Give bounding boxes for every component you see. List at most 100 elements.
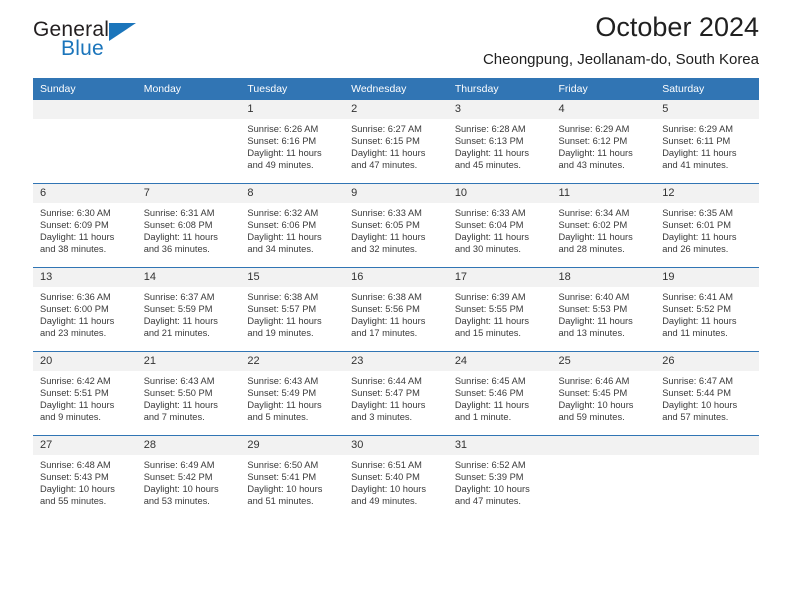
- logo-triangle-icon: [109, 23, 136, 41]
- daylight-text-line2: and 53 minutes.: [143, 496, 210, 507]
- day-cell: 28 Sunrise: 6:49 AM Sunset: 5:42 PM Dayl…: [136, 435, 241, 519]
- day-details: Sunrise: 6:38 AM Sunset: 5:56 PM Dayligh…: [344, 287, 448, 339]
- general-blue-logo: General Blue: [33, 18, 273, 70]
- day-number: 18: [551, 268, 656, 287]
- daylight-text-line1: Daylight: 11 hours: [40, 232, 115, 243]
- sunrise-sunset-calendar: Sunday Monday Tuesday Wednesday Thursday…: [33, 78, 759, 519]
- daylight-text-line2: and 38 minutes.: [40, 244, 107, 255]
- daylight-text-line1: Daylight: 11 hours: [247, 400, 322, 411]
- day-number: 5: [655, 100, 759, 119]
- daylight-text-line2: and 36 minutes.: [143, 244, 210, 255]
- day-number: 1: [240, 100, 345, 119]
- daylight-text-line2: and 43 minutes.: [558, 160, 625, 171]
- sunrise-text: Sunrise: 6:39 AM: [454, 292, 526, 302]
- day-details: Sunrise: 6:43 AM Sunset: 5:49 PM Dayligh…: [240, 371, 344, 423]
- day-cell: 10 Sunrise: 6:33 AM Sunset: 6:04 PM Dayl…: [447, 183, 552, 268]
- daylight-text-line2: and 17 minutes.: [351, 328, 418, 339]
- sunrise-text: Sunrise: 6:30 AM: [40, 208, 111, 218]
- day-number: 15: [240, 268, 345, 287]
- day-details: Sunrise: 6:48 AM Sunset: 5:43 PM Dayligh…: [33, 455, 137, 507]
- day-cell: [551, 435, 656, 519]
- day-number: 21: [136, 352, 241, 371]
- sunset-text: Sunset: 5:39 PM: [454, 472, 524, 483]
- day-cell: 25 Sunrise: 6:46 AM Sunset: 5:45 PM Dayl…: [551, 351, 656, 436]
- sunset-text: Sunset: 6:01 PM: [662, 220, 731, 231]
- daylight-text-line2: and 59 minutes.: [558, 412, 625, 423]
- day-number: 11: [551, 184, 656, 203]
- sunrise-text: Sunrise: 6:35 AM: [662, 208, 734, 218]
- day-cell: 3 Sunrise: 6:28 AM Sunset: 6:13 PM Dayli…: [447, 100, 552, 184]
- daylight-text-line1: Daylight: 11 hours: [662, 316, 737, 327]
- daylight-text-line2: and 57 minutes.: [662, 412, 729, 423]
- sunrise-text: Sunrise: 6:29 AM: [662, 124, 734, 134]
- daylight-text-line2: and 51 minutes.: [247, 496, 314, 507]
- daylight-text-line2: and 55 minutes.: [40, 496, 107, 507]
- daylight-text-line2: and 1 minute.: [454, 412, 512, 423]
- day-details: Sunrise: 6:40 AM Sunset: 5:53 PM Dayligh…: [552, 287, 656, 339]
- daylight-text-line1: Daylight: 11 hours: [247, 148, 322, 159]
- day-number: 13: [33, 268, 137, 287]
- daylight-text-line2: and 23 minutes.: [40, 328, 107, 339]
- day-number: 28: [136, 436, 241, 455]
- daylight-text-line2: and 15 minutes.: [454, 328, 521, 339]
- daylight-text-line1: Daylight: 11 hours: [454, 232, 530, 243]
- calendar-week-row: 1 Sunrise: 6:26 AM Sunset: 6:16 PM Dayli…: [33, 100, 759, 184]
- sunset-text: Sunset: 5:47 PM: [351, 388, 420, 399]
- day-number: [551, 436, 656, 455]
- daylight-text-line1: Daylight: 11 hours: [351, 400, 426, 411]
- day-number: 6: [33, 184, 137, 203]
- sunset-text: Sunset: 6:16 PM: [247, 136, 317, 147]
- day-details: Sunrise: 6:29 AM Sunset: 6:11 PM Dayligh…: [655, 119, 759, 171]
- day-cell: 6 Sunrise: 6:30 AM Sunset: 6:09 PM Dayli…: [33, 183, 137, 268]
- day-cell: 15 Sunrise: 6:38 AM Sunset: 5:57 PM Dayl…: [240, 267, 345, 352]
- day-details: Sunrise: 6:49 AM Sunset: 5:42 PM Dayligh…: [137, 455, 241, 507]
- day-details: Sunrise: 6:28 AM Sunset: 6:13 PM Dayligh…: [448, 119, 552, 171]
- day-details: Sunrise: 6:46 AM Sunset: 5:45 PM Dayligh…: [552, 371, 656, 423]
- day-number: 19: [655, 268, 759, 287]
- day-details: Sunrise: 6:50 AM Sunset: 5:41 PM Dayligh…: [240, 455, 344, 507]
- day-number: 12: [655, 184, 759, 203]
- day-details: Sunrise: 6:32 AM Sunset: 6:06 PM Dayligh…: [240, 203, 344, 255]
- day-number: 2: [344, 100, 448, 119]
- sunset-text: Sunset: 5:49 PM: [247, 388, 317, 399]
- daylight-text-line2: and 49 minutes.: [247, 160, 314, 171]
- daylight-text-line1: Daylight: 11 hours: [351, 316, 426, 327]
- sunrise-text: Sunrise: 6:52 AM: [454, 460, 526, 470]
- sunset-text: Sunset: 5:44 PM: [662, 388, 731, 399]
- day-details: Sunrise: 6:30 AM Sunset: 6:09 PM Dayligh…: [33, 203, 137, 255]
- sunset-text: Sunset: 6:05 PM: [351, 220, 420, 231]
- day-cell: 8 Sunrise: 6:32 AM Sunset: 6:06 PM Dayli…: [240, 183, 345, 268]
- sunrise-text: Sunrise: 6:46 AM: [558, 376, 630, 386]
- day-cell: 14 Sunrise: 6:37 AM Sunset: 5:59 PM Dayl…: [136, 267, 241, 352]
- daylight-text-line2: and 28 minutes.: [558, 244, 625, 255]
- daylight-text-line2: and 3 minutes.: [351, 412, 413, 423]
- weekday-header-monday: Monday: [136, 78, 241, 100]
- daylight-text-line1: Daylight: 11 hours: [662, 232, 737, 243]
- daylight-text-line2: and 32 minutes.: [351, 244, 418, 255]
- page-subtitle: Cheongpung, Jeollanam-do, South Korea: [482, 50, 759, 68]
- day-number: 7: [136, 184, 241, 203]
- calendar-week-row: 27 Sunrise: 6:48 AM Sunset: 5:43 PM Dayl…: [33, 435, 759, 519]
- daylight-text-line1: Daylight: 10 hours: [247, 484, 323, 495]
- page-header: General Blue October 2024 Cheongpung, Je…: [33, 0, 759, 78]
- day-cell: 1 Sunrise: 6:26 AM Sunset: 6:16 PM Dayli…: [240, 100, 345, 184]
- day-cell: 31 Sunrise: 6:52 AM Sunset: 5:39 PM Dayl…: [447, 435, 552, 519]
- sunrise-text: Sunrise: 6:43 AM: [143, 376, 215, 386]
- sunrise-text: Sunrise: 6:29 AM: [558, 124, 630, 134]
- sunrise-text: Sunrise: 6:48 AM: [40, 460, 111, 470]
- sunrise-text: Sunrise: 6:45 AM: [454, 376, 526, 386]
- day-cell: 23 Sunrise: 6:44 AM Sunset: 5:47 PM Dayl…: [344, 351, 448, 436]
- daylight-text-line2: and 13 minutes.: [558, 328, 625, 339]
- sunset-text: Sunset: 6:11 PM: [662, 136, 731, 147]
- day-number: 10: [447, 184, 552, 203]
- day-cell: 16 Sunrise: 6:38 AM Sunset: 5:56 PM Dayl…: [344, 267, 448, 352]
- sunrise-text: Sunrise: 6:44 AM: [351, 376, 422, 386]
- day-details: Sunrise: 6:31 AM Sunset: 6:08 PM Dayligh…: [137, 203, 241, 255]
- day-cell: 11 Sunrise: 6:34 AM Sunset: 6:02 PM Dayl…: [551, 183, 656, 268]
- day-number: 30: [344, 436, 448, 455]
- day-details: Sunrise: 6:51 AM Sunset: 5:40 PM Dayligh…: [344, 455, 448, 507]
- weekday-header-thursday: Thursday: [447, 78, 552, 100]
- sunset-text: Sunset: 6:08 PM: [143, 220, 213, 231]
- sunset-text: Sunset: 5:57 PM: [247, 304, 317, 315]
- daylight-text-line1: Daylight: 11 hours: [40, 400, 115, 411]
